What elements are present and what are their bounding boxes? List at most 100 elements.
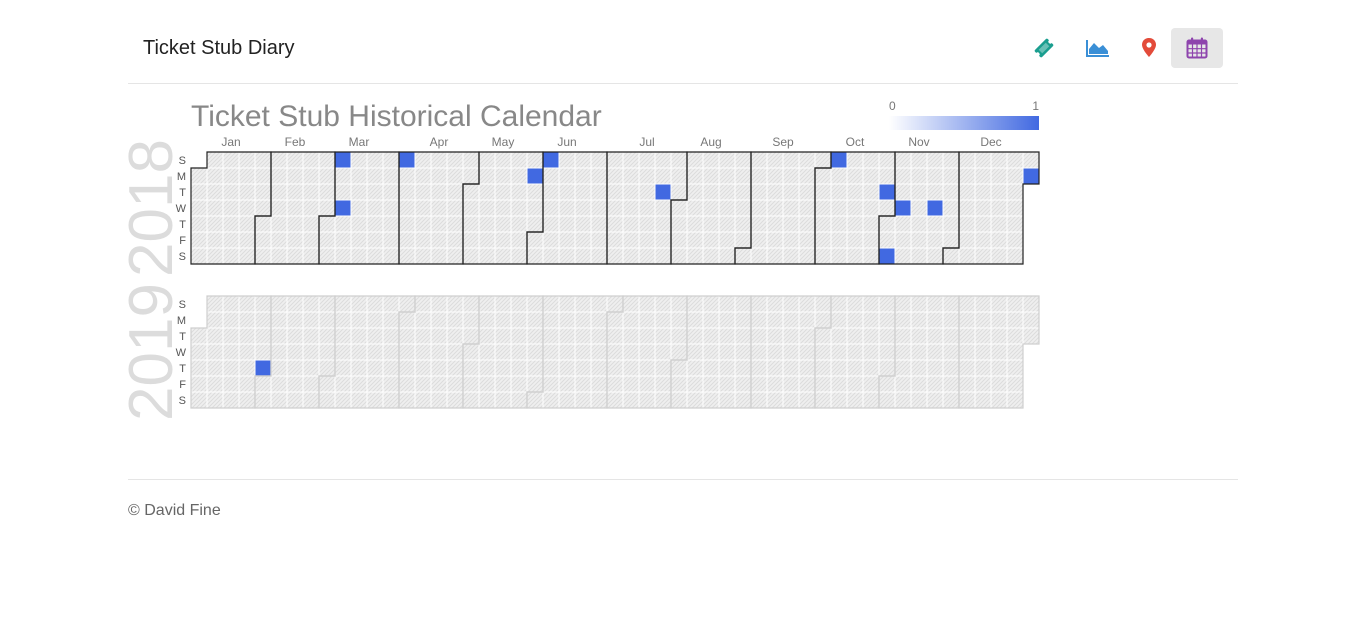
calendar-day[interactable]: 2019-04-01 [398,311,416,329]
calendar-day[interactable]: 2019-11-06 [894,343,912,361]
calendar-day[interactable]: 2019-09-03 [750,327,768,345]
calendar-day[interactable]: 2019-07-20 [638,391,656,409]
calendar-day[interactable]: 2018-02-17 [286,247,304,265]
calendar-day[interactable]: 2019-03-25 [382,311,400,329]
calendar-day[interactable]: 2018-06-11 [558,167,576,185]
calendar-day[interactable]: 2019-07-04 [606,359,624,377]
calendar-day[interactable]: 2018-01-03 [190,199,208,217]
calendar-day[interactable]: 2019-07-07 [622,295,640,313]
calendar-day[interactable]: 2019-03-22 [366,375,384,393]
calendar-day[interactable]: 2019-09-28 [798,391,816,409]
calendar-day[interactable]: 2019-08-21 [718,343,736,361]
calendar-day[interactable]: 2019-10-17 [846,359,864,377]
calendar-day[interactable]: 2019-03-26 [382,327,400,345]
calendar-day[interactable]: 2018-07-17 [638,183,656,201]
calendar-day[interactable]: 2018-04-11 [414,199,432,217]
calendar-day[interactable]: 2019-12-02 [958,311,976,329]
calendar-day[interactable]: 2018-04-09 [414,167,432,185]
calendar-day[interactable]: 2019-12-23 [1006,311,1024,329]
calendar-day[interactable]: 2019-12-14 [974,391,992,409]
calendar-day[interactable]: 2019-07-17 [638,343,656,361]
calendar-day[interactable]: 2019-05-03 [462,375,480,393]
calendar-day[interactable]: 2018-11-22 [926,215,944,233]
calendar-day[interactable]: 2019-11-25 [942,311,960,329]
calendar-day[interactable]: 2018-04-25 [446,199,464,217]
calendar-day[interactable]: 2019-08-15 [702,359,720,377]
calendar-day[interactable]: 2019-04-22 [446,311,464,329]
calendar-day[interactable]: 2018-03-10 [334,247,352,265]
calendar-day[interactable]: 2018-10-21 [862,151,880,169]
calendar-day[interactable]: 2018-07-12 [622,215,640,233]
calendar-day[interactable]: 2018-12-22 [990,247,1008,265]
calendar-day[interactable]: 2019-12-21 [990,391,1008,409]
calendar-day[interactable]: 2018-05-19 [494,247,512,265]
calendar-day[interactable]: 2019-05-27 [526,311,544,329]
calendar-day[interactable]: 2018-07-15 [638,151,656,169]
calendar-day[interactable]: 2018-12-17 [990,167,1008,185]
calendar-day[interactable]: 2018-05-26 [510,247,528,265]
calendar-day[interactable]: 2018-06-29 [590,231,608,249]
calendar-day[interactable]: 2018-02-13 [286,183,304,201]
calendar-day[interactable]: 2019-05-13 [494,311,512,329]
calendar-day[interactable]: 2019-01-03 [190,359,208,377]
calendar-day[interactable]: 2018-04-10 [414,183,432,201]
calendar-day[interactable]: 2018-06-30 [590,247,608,265]
calendar-day[interactable]: 2019-10-09 [830,343,848,361]
calendar-day[interactable]: 2018-09-01 [734,247,752,265]
calendar-day[interactable]: 2018-07-08 [622,151,640,169]
calendar-day[interactable]: 2018-01-11 [206,215,224,233]
calendar-day[interactable]: 2018-02-08 [270,215,288,233]
calendar-day[interactable]: 2019-06-28 [590,375,608,393]
calendar-day[interactable]: 2018-02-05 [270,167,288,185]
calendar-day[interactable]: 2018-08-04 [670,247,688,265]
calendar-day[interactable]: 2018-09-05 [750,199,768,217]
calendar-day[interactable]: 2019-04-10 [414,343,432,361]
calendar-day[interactable]: 2018-03-03 [318,247,336,265]
calendar-day[interactable]: 2019-06-22 [574,391,592,409]
calendar-day[interactable]: 2019-07-02 [606,327,624,345]
calendar-day[interactable]: 2019-07-14 [638,295,656,313]
calendar-day[interactable]: 2018-03-01 [318,215,336,233]
calendar-day[interactable]: 2018-06-08 [542,231,560,249]
calendar-day[interactable]: 2018-08-06 [686,167,704,185]
calendar-day[interactable]: 2018-06-20 [574,199,592,217]
calendar-day[interactable]: 2018-06-07 [542,215,560,233]
calendar-day[interactable]: 2019-01-01 [190,327,208,345]
calendar-day[interactable]: 2018-08-07 [686,183,704,201]
calendar-day[interactable]: 2019-02-17 [302,295,320,313]
calendar-day[interactable]: 2018-11-26 [942,167,960,185]
calendar-day[interactable]: 2018-11-18 [926,151,944,169]
calendar-day[interactable]: 2018-06-01 [526,231,544,249]
calendar-day[interactable]: 2018-12-21 [990,231,1008,249]
calendar-day[interactable]: 2019-10-16 [846,343,864,361]
calendar-day[interactable]: 2018-03-11 [350,151,368,169]
calendar-day[interactable]: 2018-04-24 [446,183,464,201]
calendar-day[interactable]: 2019-04-04 [398,359,416,377]
calendar-day[interactable]: 2018-07-22 [654,151,672,169]
calendar-day[interactable]: 2019-11-26 [942,327,960,345]
calendar-day[interactable]: 2019-09-30 [814,311,832,329]
calendar-day[interactable]: 2018-07-01 [606,151,624,169]
calendar-day[interactable]: 2019-06-11 [558,327,576,345]
calendar-day[interactable]: 2019-01-20 [238,295,256,313]
calendar-day[interactable]: 2018-02-28 [318,199,336,217]
calendar-day[interactable]: 2018-01-29 [254,167,272,185]
calendar-day[interactable]: 2019-06-08 [542,391,560,409]
calendar-day[interactable]: 2018-04-29 [462,151,480,169]
calendar-day[interactable]: 2018-04-18 [430,199,448,217]
calendar-day[interactable]: 2018-08-17 [702,231,720,249]
calendar-day[interactable]: 2019-07-08 [622,311,640,329]
calendar-day[interactable]: 2018-05-04 [462,231,480,249]
calendar-day[interactable]: 2018-01-15 [222,167,240,185]
calendar-day[interactable]: 2018-09-03 [750,167,768,185]
calendar-day[interactable]: 2018-08-23 [718,215,736,233]
calendar-day[interactable]: 2019-12-31 [1022,327,1040,345]
calendar-day[interactable]: 2018-04-30 [462,167,480,185]
calendar-day[interactable]: 2018-07-14 [622,247,640,265]
calendar-day[interactable]: 2018-02-24 [302,247,320,265]
calendar-day[interactable]: 2018-09-14 [766,231,784,249]
calendar-day[interactable]: 2019-09-27 [798,375,816,393]
calendar-day[interactable]: 2018-09-24 [798,167,816,185]
calendar-day[interactable]: 2018-05-29 [526,183,544,201]
calendar-day[interactable]: 2018-09-02 [750,151,768,169]
